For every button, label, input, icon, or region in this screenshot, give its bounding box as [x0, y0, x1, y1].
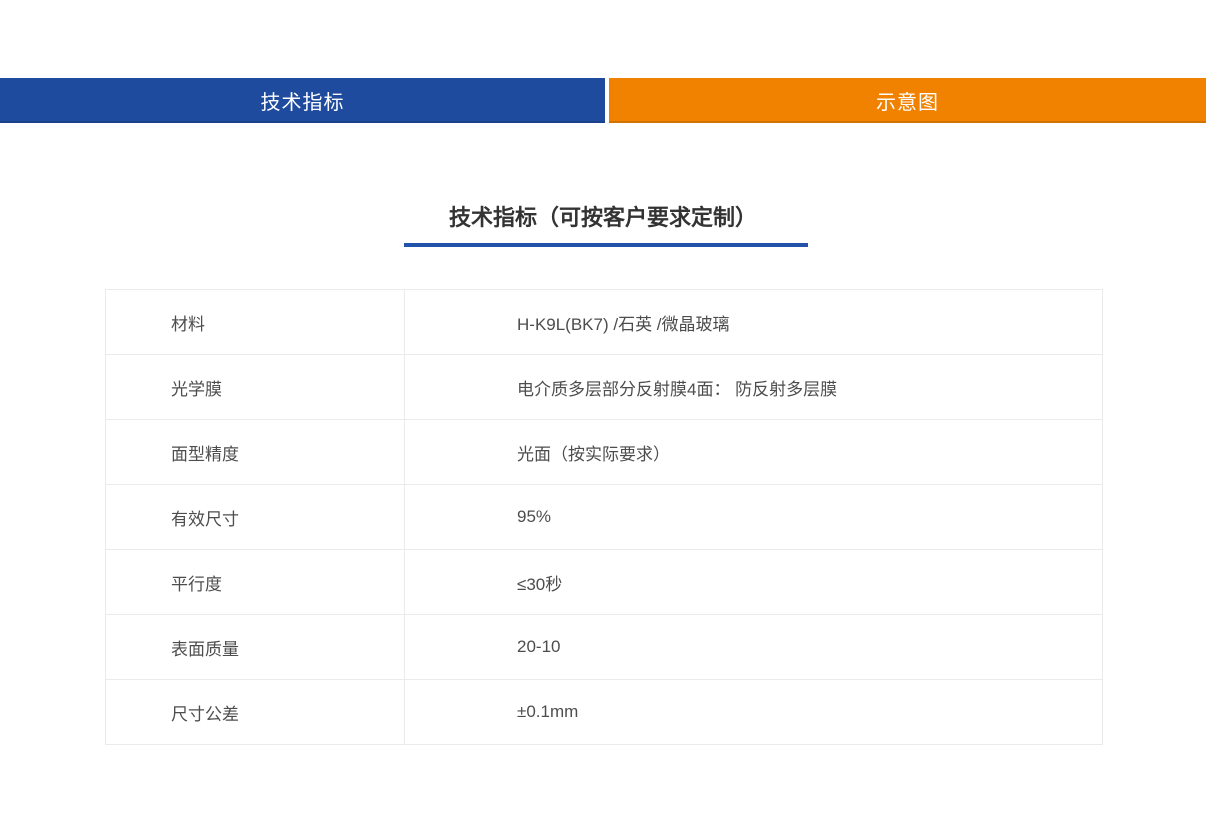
tab-bar: 技术指标 示意图: [0, 78, 1206, 123]
spec-value: 95%: [405, 485, 1102, 549]
spec-value: 电介质多层部分反射膜4面： 防反射多层膜: [405, 355, 1102, 419]
table-row: 光学膜 电介质多层部分反射膜4面： 防反射多层膜: [106, 354, 1102, 419]
title-underline: [404, 243, 808, 247]
spec-label: 平行度: [106, 550, 405, 614]
table-row: 平行度 ≤30秒: [106, 549, 1102, 614]
spec-value: 光面（按实际要求）: [405, 420, 1102, 484]
spec-label: 光学膜: [106, 355, 405, 419]
section-title: 技术指标（可按客户要求定制）: [0, 204, 1206, 232]
spec-value: H-K9L(BK7) /石英 /微晶玻璃: [405, 290, 1102, 354]
spec-value: ±0.1mm: [405, 680, 1102, 744]
table-row: 材料 H-K9L(BK7) /石英 /微晶玻璃: [106, 290, 1102, 354]
spec-value: 20-10: [405, 615, 1102, 679]
spec-table: 材料 H-K9L(BK7) /石英 /微晶玻璃 光学膜 电介质多层部分反射膜4面…: [105, 289, 1103, 745]
table-row: 表面质量 20-10: [106, 614, 1102, 679]
spec-label: 尺寸公差: [106, 680, 405, 744]
tab-diagram[interactable]: 示意图: [609, 78, 1206, 123]
tab-specifications[interactable]: 技术指标: [0, 78, 605, 123]
spec-value: ≤30秒: [405, 550, 1102, 614]
spec-label: 材料: [106, 290, 405, 354]
table-row: 面型精度 光面（按实际要求）: [106, 419, 1102, 484]
table-row: 尺寸公差 ±0.1mm: [106, 679, 1102, 744]
spec-label: 有效尺寸: [106, 485, 405, 549]
spec-label: 面型精度: [106, 420, 405, 484]
table-row: 有效尺寸 95%: [106, 484, 1102, 549]
spec-label: 表面质量: [106, 615, 405, 679]
